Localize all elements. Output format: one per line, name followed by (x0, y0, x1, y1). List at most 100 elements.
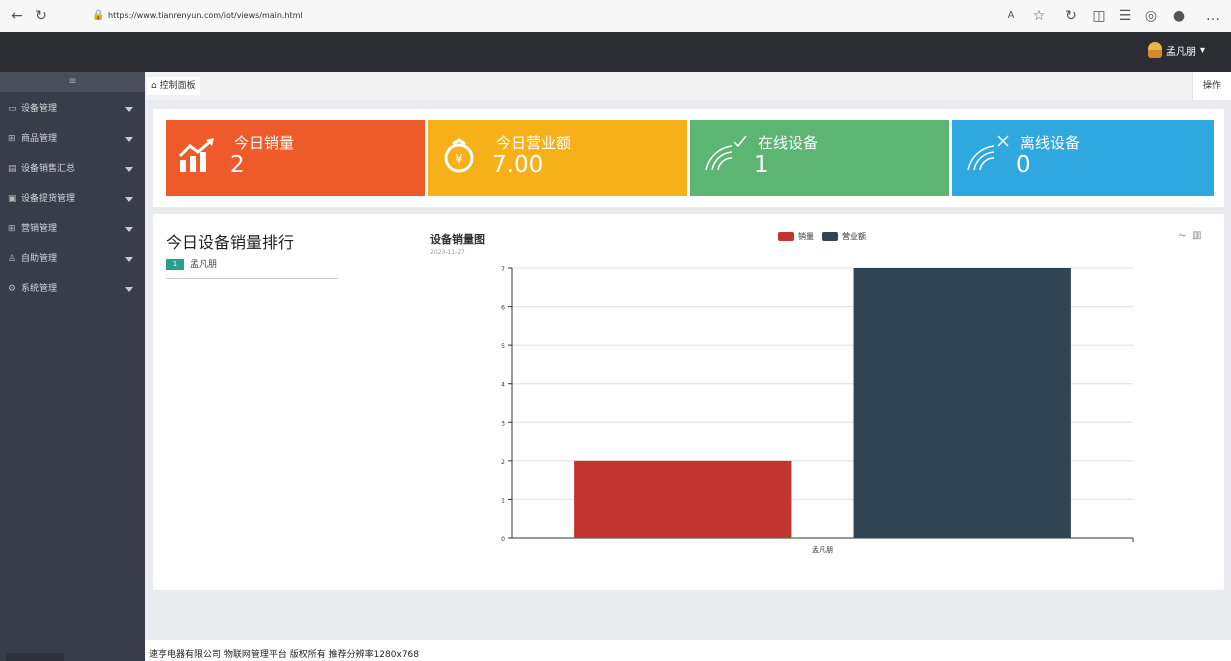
bar-chart-up-icon (178, 138, 214, 172)
users-icon: ♙ (8, 254, 17, 264)
user-name: 孟凡朋 (1165, 46, 1196, 58)
sales-bar-chart: 0 1 2 3 4 5 6 7 孟凡朋 (501, 266, 1134, 554)
sidebar-item-goods[interactable]: ⊞ 商品管理 (0, 124, 145, 154)
stat-value: 1 (754, 152, 769, 178)
sidebar-item-marketing[interactable]: ⊞ 营销管理 (0, 214, 145, 244)
split-screen-icon[interactable]: ◫ (1090, 7, 1108, 25)
y-tick-label: 7 (501, 266, 505, 273)
stat-title: 离线设备 (1020, 134, 1081, 152)
stat-title: 今日营业额 (496, 134, 572, 152)
browser-toolbar: ← ↻ 🔒 https://www.tianrenyun.com/iot/vie… (0, 0, 1231, 33)
sidebar-item-pickup[interactable]: ▣ 设备提货管理 (0, 184, 145, 214)
sidebar-item-label: 设备销售汇总 (21, 164, 76, 174)
y-tick-label: 2 (501, 459, 505, 466)
stat-value: 7.00 (492, 152, 544, 178)
bar-chart-icon[interactable]: ▥ (1192, 230, 1201, 241)
extension-icon[interactable]: ↻ (1062, 7, 1080, 25)
chevron-down-icon (125, 287, 133, 292)
stat-card-sales: 今日销量 2 (166, 120, 425, 196)
svg-text:¥: ¥ (455, 152, 463, 166)
chevron-down-icon (125, 167, 133, 172)
stat-title: 在线设备 (758, 134, 819, 152)
y-tick-label: 6 (501, 305, 505, 312)
tab-label: 控制面板 (159, 81, 196, 91)
chart-toolbox: ⏦ ▥ (1178, 230, 1202, 241)
menu-toggle-icon[interactable]: ≡ (0, 72, 145, 92)
chart-legend: 销量 营业额 (778, 231, 866, 242)
sidebar-item-label: 商品管理 (21, 134, 58, 144)
y-tick-label: 0 (501, 536, 505, 543)
sidebar-item-label: 设备提货管理 (21, 194, 76, 204)
monitor-icon: ▭ (8, 104, 17, 114)
legend-label-revenue[interactable]: 营业额 (842, 231, 866, 242)
sidebar-item-sales-summary[interactable]: ▤ 设备销售汇总 (0, 154, 145, 184)
gear-icon: ⚙ (8, 284, 17, 294)
sidebar-item-device[interactable]: ▭ 设备管理 (0, 94, 145, 124)
stat-card-offline: 离线设备 0 (952, 120, 1214, 196)
tab-dashboard[interactable]: ⌂ 控制面板 (147, 77, 200, 95)
refresh-icon[interactable]: ↻ (32, 7, 50, 25)
sidebar-item-label: 营销管理 (21, 224, 58, 234)
divider (166, 278, 338, 279)
more-icon[interactable]: … (1204, 7, 1222, 25)
stat-title: 今日销量 (234, 134, 295, 152)
legend-swatch-revenue[interactable] (822, 232, 838, 241)
read-aloud-icon[interactable]: A (1002, 7, 1020, 25)
x-tick-label: 孟凡朋 (812, 545, 833, 554)
chart-subtitle: 2023-11-27 (430, 249, 465, 256)
grid-icon: ⊞ (8, 224, 16, 234)
profile-icon[interactable]: ● (1170, 7, 1188, 25)
y-tick-label: 4 (501, 382, 505, 389)
legend-swatch-sales[interactable] (778, 232, 794, 241)
sidebar-item-label: 系统管理 (21, 284, 58, 294)
stat-value: 0 (1016, 152, 1031, 178)
line-chart-icon[interactable]: ⏦ (1178, 230, 1186, 241)
yuan-bag-icon: ¥ (444, 138, 474, 173)
bar-revenue (853, 268, 1071, 538)
top-header: 孟凡朋 ▾ (0, 32, 1231, 72)
stat-value: 2 (230, 152, 245, 178)
breadcrumb: ⌂ 控制面板 操作 (145, 72, 1231, 100)
sidebar-footer (6, 653, 64, 661)
chevron-down-icon: ▾ (1199, 44, 1205, 56)
url-text: https://www.tianrenyun.com/iot/views/mai… (108, 11, 303, 20)
collections-icon[interactable]: ◎ (1142, 7, 1160, 25)
address-bar[interactable]: 🔒 https://www.tianrenyun.com/iot/views/m… (88, 5, 968, 27)
sidebar-item-label: 自助管理 (21, 254, 58, 264)
chevron-down-icon (125, 137, 133, 142)
legend-label-sales[interactable]: 销量 (798, 231, 814, 242)
lock-icon: 🔒 (92, 10, 105, 21)
y-tick-label: 1 (501, 497, 505, 504)
ranking-title: 今日设备销量排行 (166, 233, 295, 252)
chevron-down-icon (125, 257, 133, 262)
signal-offline-icon (967, 135, 1009, 171)
chevron-down-icon (125, 107, 133, 112)
stat-card-revenue: ¥ 今日营业额 7.00 (428, 120, 687, 196)
user-menu[interactable]: 孟凡朋 ▾ (1147, 42, 1205, 58)
operations-button[interactable]: 操作 (1192, 72, 1231, 100)
chevron-down-icon (125, 227, 133, 232)
footer-text: 速亨电器有限公司 物联网管理平台 版权所有 推荐分辨率1280x768 (149, 650, 419, 660)
back-icon[interactable]: ← (8, 7, 26, 25)
sidebar-item-label: 设备管理 (21, 104, 58, 114)
stat-card-online: 在线设备 1 (690, 120, 949, 196)
doc-icon: ▤ (8, 164, 17, 174)
sidebar: ≡ ▭ 设备管理 ⊞ 商品管理 ▤ 设备销售汇总 ▣ 设备提货管理 ⊞ 营销管理 ♙ 自助管… (0, 72, 145, 661)
bar-sales (574, 460, 792, 538)
favorites-list-icon[interactable]: ☰ (1116, 7, 1134, 25)
y-tick-label: 5 (501, 343, 505, 350)
sidebar-item-self-service[interactable]: ♙ 自助管理 (0, 244, 145, 274)
box-icon: ▣ (8, 194, 17, 204)
grid-icon: ⊞ (8, 134, 16, 144)
footer: 速亨电器有限公司 物联网管理平台 版权所有 推荐分辨率1280x768 (145, 640, 1231, 661)
chart-title: 设备销量图 (430, 233, 485, 246)
chevron-down-icon (125, 197, 133, 202)
favorite-icon[interactable]: ☆ (1030, 7, 1048, 25)
y-tick-label: 3 (501, 420, 505, 427)
avatar (1147, 42, 1162, 58)
ranking-name: 孟凡朋 (190, 260, 218, 270)
signal-online-icon (705, 135, 747, 171)
home-icon: ⌂ (151, 81, 157, 91)
sidebar-item-system[interactable]: ⚙ 系统管理 (0, 274, 145, 304)
rank-badge: 1 (166, 259, 184, 270)
